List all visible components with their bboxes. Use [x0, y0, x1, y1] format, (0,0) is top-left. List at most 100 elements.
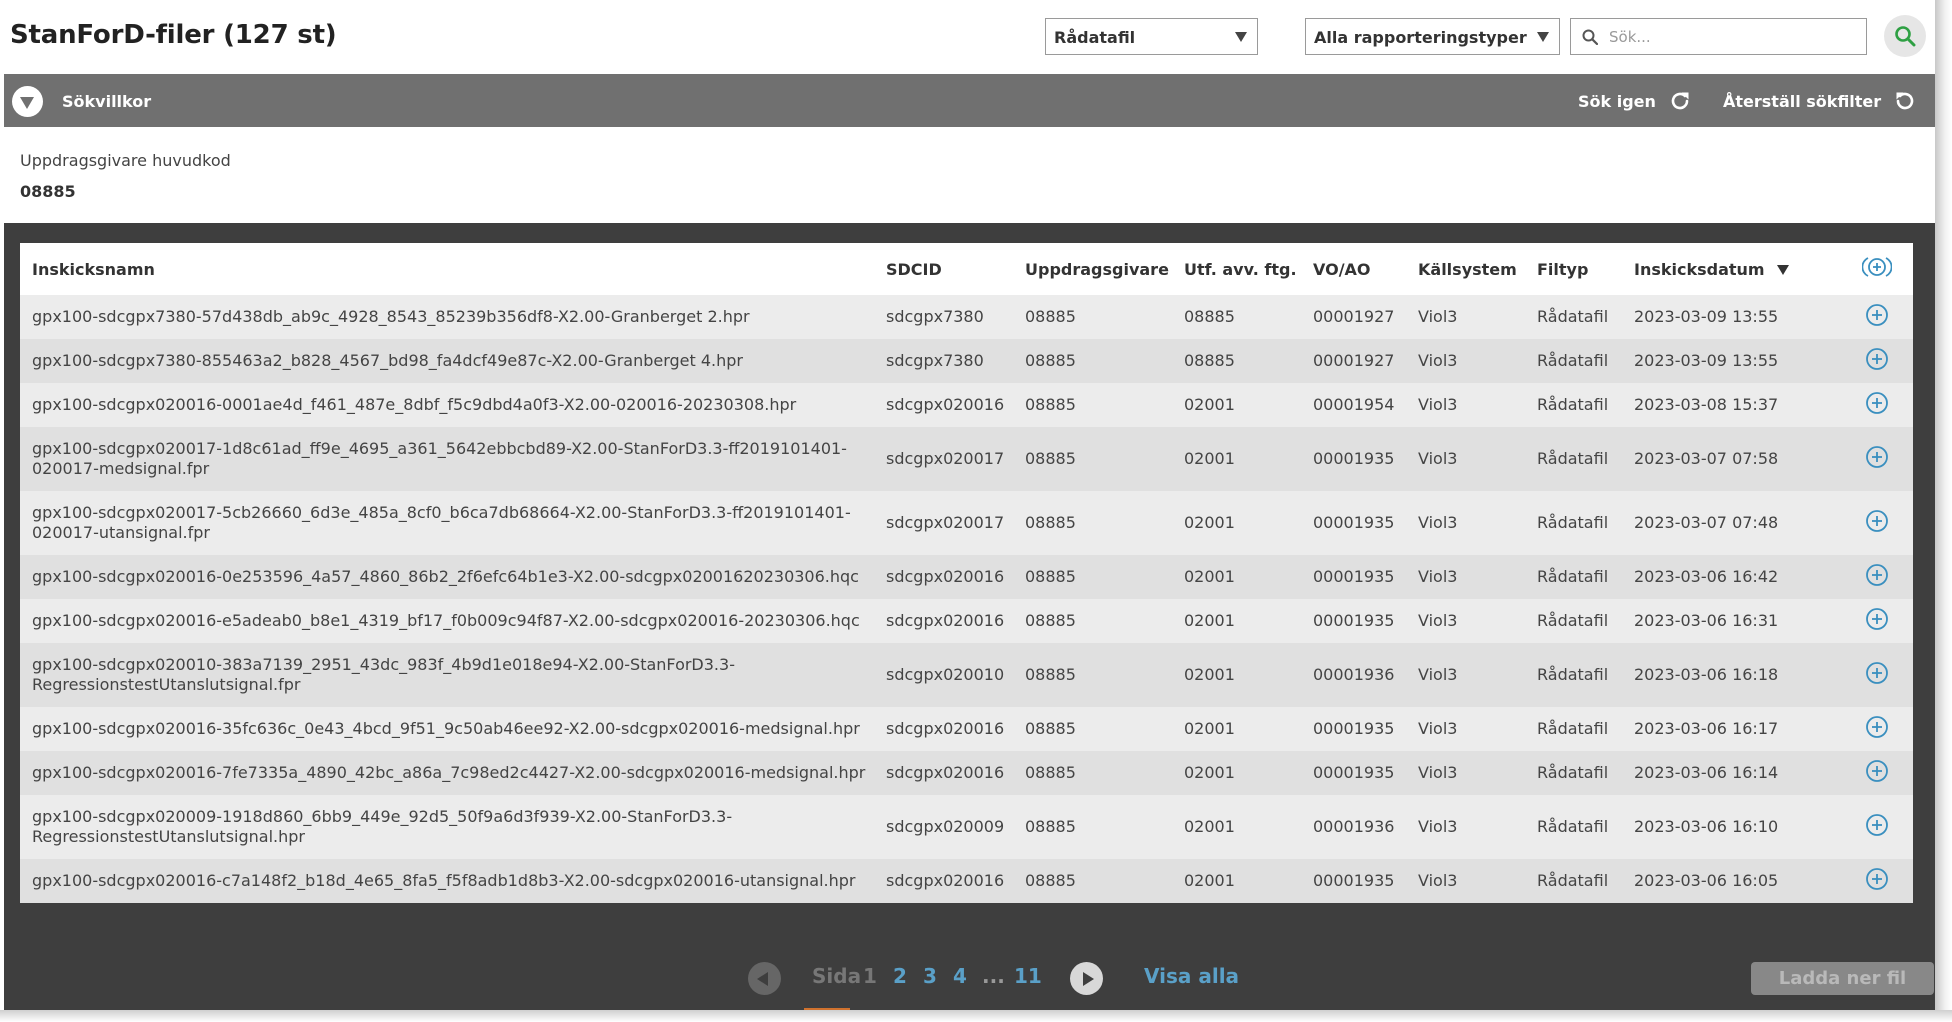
row-add-button[interactable] — [1841, 555, 1913, 599]
table-row[interactable]: gpx100-sdcgpx7380-57d438db_ab9c_4928_854… — [20, 295, 1913, 339]
cell-voao: 00001935 — [1301, 491, 1406, 555]
report-type-select[interactable]: Alla rapporteringstyper — [1305, 18, 1560, 55]
download-button[interactable]: Ladda ner fil — [1751, 962, 1934, 995]
cell-source: Viol3 — [1406, 427, 1525, 491]
search-field[interactable] — [1570, 18, 1867, 55]
cell-client: 08885 — [1013, 751, 1172, 795]
row-add-button[interactable] — [1841, 599, 1913, 643]
cell-date: 2023-03-09 13:55 — [1622, 339, 1841, 383]
cell-filetype: Rådatafil — [1525, 339, 1622, 383]
page-link-3[interactable]: 3 — [923, 964, 937, 988]
search-again-button[interactable]: Sök igen — [1578, 89, 1692, 113]
page-title: StanForD-filer (127 st) — [10, 20, 337, 50]
cell-sdcid: sdcgpx020016 — [874, 751, 1013, 795]
search-input[interactable] — [1609, 25, 1859, 49]
page-link-2[interactable]: 2 — [893, 964, 907, 988]
row-add-button[interactable] — [1841, 751, 1913, 795]
window-shadow-right — [1935, 0, 1952, 1022]
sort-descending-icon — [1776, 265, 1789, 275]
column-header-source[interactable]: Källsystem — [1406, 243, 1525, 295]
cell-filetype: Rådatafil — [1525, 427, 1622, 491]
cell-client: 08885 — [1013, 707, 1172, 751]
cell-voao: 00001954 — [1301, 383, 1406, 427]
add-column-button[interactable] — [1841, 243, 1913, 295]
row-add-button[interactable] — [1841, 383, 1913, 427]
results-panel: Inskicksnamn SDCID Uppdragsgivare Utf. a… — [4, 223, 1935, 1011]
table-row[interactable]: gpx100-sdcgpx020016-c7a148f2_b18d_4e65_8… — [20, 859, 1913, 903]
table-row[interactable]: gpx100-sdcgpx020009-1918d860_6bb9_449e_9… — [20, 795, 1913, 859]
show-all-link[interactable]: Visa alla — [1144, 964, 1239, 988]
cell-sdcid: sdcgpx020016 — [874, 555, 1013, 599]
file-type-select-value: Rådatafil — [1054, 28, 1136, 47]
cell-source: Viol3 — [1406, 339, 1525, 383]
next-page-circle — [1070, 961, 1103, 995]
row-add-button[interactable] — [1841, 427, 1913, 491]
table-row[interactable]: gpx100-sdcgpx020010-383a7139_2951_43dc_9… — [20, 643, 1913, 707]
undo-icon — [1896, 92, 1914, 110]
file-type-select[interactable]: Rådatafil — [1045, 18, 1258, 55]
cell-date: 2023-03-08 15:37 — [1622, 383, 1841, 427]
row-add-button[interactable] — [1841, 859, 1913, 903]
column-header-client[interactable]: Uppdragsgivare — [1013, 243, 1172, 295]
column-header-date-label: Inskicksdatum — [1634, 259, 1765, 279]
cell-client: 08885 — [1013, 859, 1172, 903]
table-row[interactable]: gpx100-sdcgpx020017-5cb26660_6d3e_485a_8… — [20, 491, 1913, 555]
plus-circle-icon — [1866, 391, 1888, 414]
cell-name: gpx100-sdcgpx020010-383a7139_2951_43dc_9… — [20, 643, 874, 707]
plus-circle-icon — [1866, 509, 1888, 532]
cell-client: 08885 — [1013, 555, 1172, 599]
reset-filter-button[interactable]: Återställ sökfilter — [1723, 89, 1917, 113]
plus-circle-icon — [1866, 867, 1888, 890]
cell-voao: 00001935 — [1301, 859, 1406, 903]
column-header-voao[interactable]: VO/AO — [1301, 243, 1406, 295]
prev-page-button[interactable] — [748, 958, 781, 998]
search-button[interactable] — [1884, 15, 1926, 57]
cell-client: 08885 — [1013, 427, 1172, 491]
next-page-button[interactable] — [1070, 958, 1103, 998]
search-icon — [1582, 29, 1598, 45]
table-row[interactable]: gpx100-sdcgpx020016-7fe7335a_4890_42bc_a… — [20, 751, 1913, 795]
page-link-4[interactable]: 4 — [953, 964, 967, 988]
table-header-row: Inskicksnamn SDCID Uppdragsgivare Utf. a… — [20, 243, 1913, 295]
cell-sdcid: sdcgpx020010 — [874, 643, 1013, 707]
collapse-filter-button[interactable] — [12, 86, 43, 117]
table-row[interactable]: gpx100-sdcgpx020017-1d8c61ad_ff9e_4695_a… — [20, 427, 1913, 491]
table-row[interactable]: gpx100-sdcgpx020016-0e253596_4a57_4860_8… — [20, 555, 1913, 599]
cell-filetype: Rådatafil — [1525, 599, 1622, 643]
cell-filetype: Rådatafil — [1525, 555, 1622, 599]
table-row[interactable]: gpx100-sdcgpx7380-855463a2_b828_4567_bd9… — [20, 339, 1913, 383]
row-add-button[interactable] — [1841, 643, 1913, 707]
row-add-button[interactable] — [1841, 707, 1913, 751]
cell-source: Viol3 — [1406, 555, 1525, 599]
cell-voao: 00001936 — [1301, 795, 1406, 859]
cell-exec: 02001 — [1172, 643, 1301, 707]
column-header-exec[interactable]: Utf. avv. ftg. — [1172, 243, 1301, 295]
row-add-button[interactable] — [1841, 491, 1913, 555]
app-window: StanForD-filer (127 st) Rådatafil Alla r… — [4, 0, 1935, 1011]
column-header-sdcid[interactable]: SDCID — [874, 243, 1013, 295]
cell-filetype: Rådatafil — [1525, 295, 1622, 339]
table-row[interactable]: gpx100-sdcgpx020016-0001ae4d_f461_487e_8… — [20, 383, 1913, 427]
table-row[interactable]: gpx100-sdcgpx020016-e5adeab0_b8e1_4319_b… — [20, 599, 1913, 643]
cell-exec: 02001 — [1172, 599, 1301, 643]
row-add-button[interactable] — [1841, 795, 1913, 859]
table-row[interactable]: gpx100-sdcgpx020016-35fc636c_0e43_4bcd_9… — [20, 707, 1913, 751]
column-header-date[interactable]: Inskicksdatum — [1622, 243, 1841, 295]
cell-filetype: Rådatafil — [1525, 707, 1622, 751]
row-add-button[interactable] — [1841, 295, 1913, 339]
page-link-last[interactable]: 11 — [1014, 964, 1042, 988]
cell-exec: 02001 — [1172, 707, 1301, 751]
column-header-filetype[interactable]: Filtyp — [1525, 243, 1622, 295]
cell-name: gpx100-sdcgpx020016-35fc636c_0e43_4bcd_9… — [20, 707, 874, 751]
cell-voao: 00001927 — [1301, 339, 1406, 383]
plus-circle-icon — [1866, 759, 1888, 782]
cell-source: Viol3 — [1406, 295, 1525, 339]
plus-circle-icon — [1866, 607, 1888, 630]
cell-source: Viol3 — [1406, 859, 1525, 903]
cell-client: 08885 — [1013, 491, 1172, 555]
row-add-button[interactable] — [1841, 339, 1913, 383]
report-type-select-value: Alla rapporteringstyper — [1314, 28, 1527, 47]
arrow-left-icon — [757, 971, 768, 986]
column-header-name[interactable]: Inskicksnamn — [20, 243, 874, 295]
arrow-right-icon — [1083, 971, 1094, 986]
